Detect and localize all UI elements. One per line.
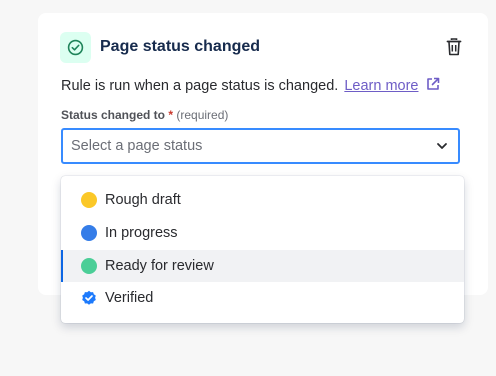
status-dropdown-menu: Rough draft In progress Ready for review… [61,176,464,323]
option-label: Ready for review [105,258,214,274]
option-ready-for-review[interactable]: Ready for review [61,250,464,282]
option-label: Verified [105,290,154,306]
status-field-label: Status changed to * (required) [61,108,228,122]
external-link-icon[interactable] [426,77,440,95]
rule-description-row: Rule is run when a page status is change… [61,77,440,95]
page-status-select[interactable]: Select a page status [61,128,460,164]
rule-description: Rule is run when a page status is change… [61,78,339,94]
required-hint: (required) [176,108,229,122]
delete-icon[interactable] [442,35,466,59]
option-rough-draft[interactable]: Rough draft [61,184,464,216]
option-label: In progress [105,225,178,241]
verified-badge-icon [81,290,97,306]
yellow-dot-icon [81,192,97,208]
blue-dot-icon [81,225,97,241]
field-label-text: Status changed to [61,108,166,122]
select-placeholder: Select a page status [71,138,203,154]
option-in-progress[interactable]: In progress [61,217,464,249]
rule-header: Page status changed [60,31,466,63]
option-label: Rough draft [105,192,181,208]
chevron-down-icon[interactable] [436,142,448,150]
green-dot-icon [81,258,97,274]
rule-title: Page status changed [100,38,261,55]
required-star: * [168,108,174,122]
status-changed-icon [60,31,91,63]
learn-more-link[interactable]: Learn more [344,78,418,94]
option-verified[interactable]: Verified [61,282,464,314]
